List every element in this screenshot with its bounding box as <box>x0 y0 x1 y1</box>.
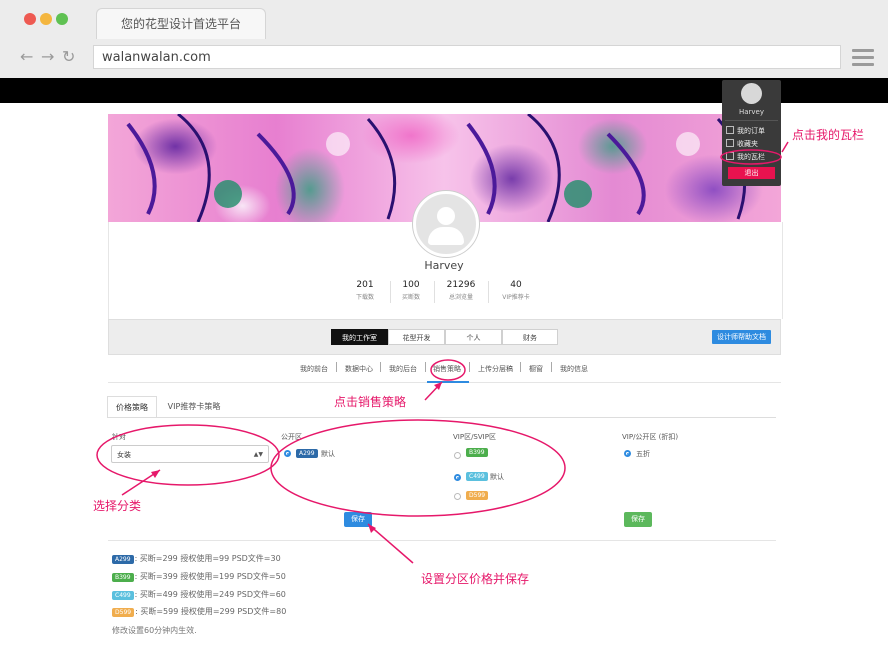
annotation-arrow-my-walan <box>781 141 789 153</box>
arrowhead <box>368 524 376 533</box>
annotation-my-walan: 点击我的瓦栏 <box>792 128 865 142</box>
annotation-arrow-save <box>367 523 414 564</box>
annotation-circle-category <box>96 424 280 486</box>
annotation-circle-my-walan <box>720 149 782 165</box>
annotation-circle-sales-strategy <box>430 359 466 381</box>
annotation-sales-strategy: 点击销售策略 <box>334 395 407 409</box>
arrowhead <box>151 470 160 478</box>
annotation-circle-price <box>270 419 566 517</box>
annotation-set-price: 设置分区价格并保存 <box>421 572 530 586</box>
annotation-choose-category: 选择分类 <box>93 499 142 513</box>
